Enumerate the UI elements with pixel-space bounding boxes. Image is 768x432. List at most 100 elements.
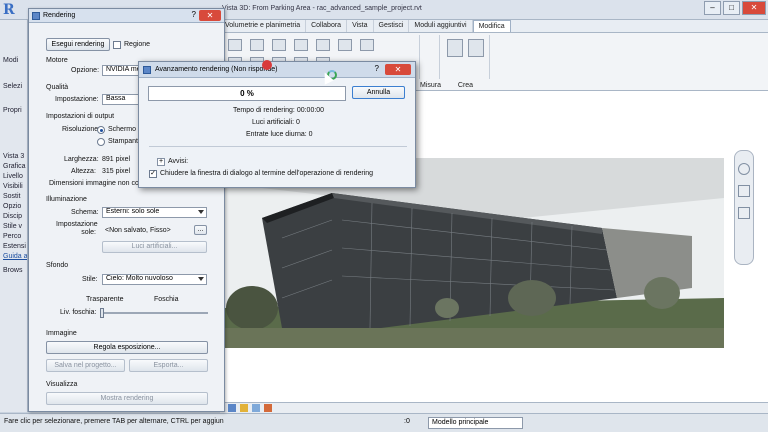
steering-wheel-icon[interactable] bbox=[738, 163, 750, 175]
background-style-select[interactable]: Cielo: Molto nuvoloso bbox=[102, 274, 207, 285]
haze-label: Foschia bbox=[154, 296, 179, 303]
progress-close-button[interactable]: ✕ bbox=[385, 64, 411, 75]
minimize-button[interactable]: – bbox=[704, 1, 721, 15]
left-item-select[interactable]: Selezi bbox=[0, 82, 27, 92]
render-time: Tempo di rendering: 00:00:00 bbox=[233, 107, 325, 114]
lighting-scheme-select[interactable]: Esterni: solo sole bbox=[102, 207, 207, 218]
help-button[interactable]: ? bbox=[192, 10, 196, 19]
sun-settings-button[interactable]: ... bbox=[194, 225, 207, 235]
style-label: Stile: bbox=[82, 276, 98, 283]
render-icon[interactable] bbox=[264, 404, 272, 412]
chevron-down-icon bbox=[198, 210, 204, 214]
screen-radio[interactable] bbox=[97, 126, 105, 134]
artificial-lights-button[interactable]: Luci artificiali... bbox=[102, 241, 207, 253]
create-part-icon[interactable] bbox=[447, 39, 463, 57]
tab-modify[interactable]: Modifica bbox=[472, 20, 511, 32]
create-group-icon[interactable] bbox=[468, 39, 484, 57]
tab-manage[interactable]: Gestisci bbox=[374, 20, 410, 32]
rendering-dialog-title: Rendering bbox=[43, 12, 76, 19]
artificial-lights-count: Luci artificiali: 0 bbox=[252, 119, 300, 126]
show-rendering-button[interactable]: Mostra rendering bbox=[46, 392, 208, 405]
left-item-style: Stile v bbox=[3, 223, 23, 230]
move-icon[interactable] bbox=[294, 39, 308, 51]
view-title: Vista 3D: From Parking Area - rac_advanc… bbox=[222, 5, 422, 12]
left-item-browser: Brows bbox=[3, 267, 23, 274]
copy-icon[interactable] bbox=[316, 39, 330, 51]
render-progress-bar: 0 % bbox=[148, 86, 346, 101]
status-text: Fare clic per selezionare, premere TAB p… bbox=[4, 418, 224, 425]
haze-slider[interactable] bbox=[100, 308, 208, 318]
width-label: Larghezza: bbox=[64, 156, 99, 163]
recording-indicator-icon bbox=[262, 60, 272, 70]
left-item-path: Perco bbox=[3, 233, 22, 240]
rendering-dialog-header: Rendering ? ✕ bbox=[29, 9, 224, 23]
window-controls: – □ ✕ bbox=[704, 1, 766, 17]
navigation-bar bbox=[734, 150, 754, 265]
revit-logo-icon[interactable]: R bbox=[3, 2, 23, 19]
run-rendering-button[interactable]: Esegui rendering bbox=[46, 38, 110, 51]
left-item-modify[interactable]: Modi bbox=[0, 56, 27, 66]
status-bar: Fare clic per selezionare, premere TAB p… bbox=[0, 413, 768, 432]
export-button[interactable]: Esporta... bbox=[129, 359, 208, 372]
pan-icon[interactable] bbox=[738, 207, 750, 219]
ribbon-group-measure: Misura bbox=[420, 35, 441, 89]
mirror-icon[interactable] bbox=[272, 39, 286, 51]
daylight-portals-count: Entrate luce diurna: 0 bbox=[246, 131, 313, 138]
image-section: Immagine bbox=[46, 330, 77, 337]
left-item-view3d[interactable]: Vista 3 bbox=[0, 152, 27, 162]
tab-view[interactable]: Vista bbox=[347, 20, 374, 32]
printer-radio[interactable] bbox=[97, 138, 105, 146]
screen-label: Schermo bbox=[108, 126, 137, 133]
ribbon-group-create: Crea bbox=[442, 35, 490, 89]
sun-setting-value: <Non salvato, Fisso> bbox=[105, 227, 171, 234]
close-window-button[interactable]: ✕ bbox=[742, 1, 766, 15]
status-zero: :0 bbox=[404, 418, 410, 425]
close-when-done-label: Chiudere la finestra di dialogo al termi… bbox=[160, 170, 374, 177]
sun-path-icon[interactable] bbox=[240, 404, 248, 412]
progress-dialog-header: Avanzamento rendering (Non risponde) ? ✕ bbox=[139, 62, 415, 78]
view-control-bar bbox=[220, 402, 768, 413]
close-when-done-checkbox[interactable]: ✓ bbox=[149, 170, 157, 178]
left-item-overrides: Sostit bbox=[3, 193, 21, 200]
cancel-button[interactable]: Annulla bbox=[352, 86, 405, 99]
quality-setting-value: Bassa bbox=[106, 95, 126, 102]
resolution-label: Risoluzione: bbox=[62, 126, 101, 133]
display-section: Visualizza bbox=[46, 381, 78, 388]
offset-icon[interactable] bbox=[250, 39, 264, 51]
haze-slider-thumb[interactable] bbox=[100, 308, 104, 318]
tab-collaborate[interactable]: Collabora bbox=[306, 20, 348, 32]
zoom-icon[interactable] bbox=[738, 185, 750, 197]
left-item-discipline: Discip bbox=[3, 213, 23, 220]
rendering-close-button[interactable]: ✕ bbox=[199, 10, 221, 21]
haze-level-label: Liv. foschia: bbox=[60, 309, 97, 316]
rendering-dialog-icon bbox=[32, 12, 40, 20]
engine-section: Motore bbox=[46, 57, 68, 64]
scheme-label: Schema: bbox=[71, 209, 99, 216]
region-checkbox[interactable] bbox=[113, 41, 121, 49]
left-item-help[interactable]: Guida a bbox=[0, 252, 27, 262]
left-item-options: Opzio bbox=[3, 203, 22, 210]
align-icon[interactable] bbox=[228, 39, 242, 51]
visual-style-icon[interactable] bbox=[252, 404, 260, 412]
tab-addins[interactable]: Moduli aggiuntivi bbox=[409, 20, 473, 32]
printer-label: Stampante bbox=[108, 138, 142, 145]
adjust-exposure-button[interactable]: Regola esposizione... bbox=[46, 341, 208, 354]
trim-icon[interactable] bbox=[360, 39, 374, 51]
save-to-project-button[interactable]: Salva nel progetto... bbox=[46, 359, 125, 372]
model-select[interactable]: Modello principale bbox=[428, 417, 523, 429]
view-scale-icon[interactable] bbox=[228, 404, 236, 412]
background-section: Sfondo bbox=[46, 262, 69, 269]
warnings-label: Avvisi: bbox=[168, 158, 189, 165]
maximize-button[interactable]: □ bbox=[723, 1, 740, 15]
progress-dialog-title: Avanzamento rendering (Non risponde) bbox=[155, 66, 278, 73]
render-progress-dialog: Avanzamento rendering (Non risponde) ? ✕… bbox=[138, 61, 416, 188]
progress-help-button[interactable]: ? bbox=[375, 64, 379, 73]
warnings-expander[interactable]: + bbox=[157, 158, 165, 166]
setting-label: Impostazione: bbox=[55, 96, 99, 103]
output-section: Impostazioni di output bbox=[46, 113, 115, 120]
region-label: Regione bbox=[124, 41, 151, 48]
lighting-scheme-value: Esterni: solo sole bbox=[106, 208, 160, 215]
tab-massing[interactable]: Volumetrie e planimetria bbox=[220, 20, 307, 32]
rotate-icon[interactable] bbox=[338, 39, 352, 51]
progress-dialog-icon bbox=[143, 66, 151, 74]
